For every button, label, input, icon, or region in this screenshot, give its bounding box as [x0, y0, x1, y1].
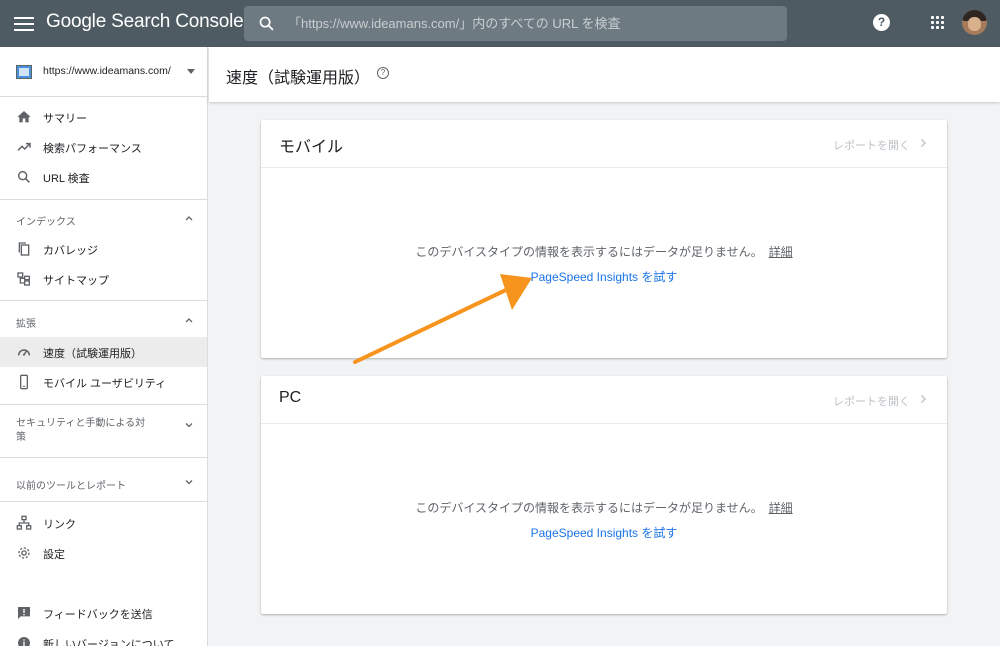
- home-icon: [17, 111, 31, 123]
- sidebar-item-links[interactable]: リンク: [0, 508, 207, 538]
- section-security-header[interactable]: セキュリティと手動による対策: [0, 411, 207, 449]
- divider: [0, 199, 207, 200]
- sidebar-item-label: URL 検査: [43, 173, 90, 185]
- search-icon[interactable]: [258, 15, 275, 32]
- settings-icon: [18, 547, 30, 559]
- section-legacy-header[interactable]: 以前のツールとレポート: [0, 469, 207, 497]
- property-url: https://www.ideamans.com/: [43, 65, 171, 77]
- card-header: モバイル レポートを開く: [261, 120, 947, 168]
- speed-icon: [17, 349, 31, 356]
- card-header: PC レポートを開く: [261, 376, 947, 424]
- top-app-bar: Google Search Console ?: [0, 0, 1000, 47]
- section-index-header[interactable]: インデックス: [0, 205, 207, 233]
- info-icon: [18, 637, 30, 646]
- sidebar-item-performance[interactable]: 検索パフォーマンス: [0, 132, 207, 162]
- sidebar-item-feedback[interactable]: フィードバックを送信: [0, 598, 207, 628]
- divider: [0, 457, 207, 458]
- section-label: インデックス: [16, 217, 76, 228]
- avatar[interactable]: [962, 10, 987, 35]
- sidebar-item-label: 新しいバージョンについて: [43, 639, 175, 646]
- sidebar-item-label: フィードバックを送信: [43, 609, 153, 621]
- pc-speed-card: PC レポートを開く このデバイスタイプの情報を表示するにはデータが足りません。…: [261, 376, 947, 614]
- page-header: 速度（試験運用版） ?: [209, 47, 1000, 102]
- phone-icon: [20, 374, 28, 390]
- divider: [0, 300, 207, 301]
- no-data-message: このデバイスタイプの情報を表示するにはデータが足りません。 詳細: [261, 499, 947, 516]
- sidebar-item-label: 検索パフォーマンス: [43, 143, 142, 155]
- sidebar-item-new-version[interactable]: 新しいバージョンについて: [0, 628, 207, 646]
- section-label: 以前のツールとレポート: [16, 481, 126, 492]
- chevron-right-icon[interactable]: [918, 394, 928, 404]
- apps-grid-icon[interactable]: [931, 16, 945, 30]
- sidebar: https://www.ideamans.com/ サマリー 検索パフォーマンス…: [0, 47, 208, 646]
- pagespeed-link-row: PageSpeed Insights を試す: [261, 524, 947, 541]
- copy-icon: [18, 242, 30, 256]
- chevron-up-icon[interactable]: [184, 315, 194, 325]
- help-icon[interactable]: ?: [873, 14, 890, 31]
- sidebar-item-sitemaps[interactable]: サイトマップ: [0, 264, 207, 294]
- help-icon[interactable]: ?: [377, 67, 389, 79]
- trending-up-icon: [17, 142, 31, 151]
- divider: [0, 404, 207, 405]
- sidebar-item-label: リンク: [43, 519, 76, 531]
- chevron-right-icon[interactable]: [918, 138, 928, 148]
- no-data-text: このデバイスタイプの情報を表示するにはデータが足りません。: [415, 501, 763, 515]
- pagespeed-link-row: PageSpeed Insights を試す: [261, 268, 947, 285]
- app-title[interactable]: Google Search Console: [46, 11, 244, 33]
- sidebar-item-summary[interactable]: サマリー: [0, 102, 207, 132]
- search-icon: [17, 170, 30, 183]
- sidebar-item-label: カバレッジ: [43, 245, 98, 257]
- details-link[interactable]: 詳細: [769, 501, 793, 515]
- pagespeed-insights-link[interactable]: PageSpeed Insights を試す: [531, 526, 678, 540]
- chevron-down-icon[interactable]: [184, 420, 194, 430]
- section-enhancements-header[interactable]: 拡張: [0, 307, 207, 335]
- divider: [0, 501, 207, 502]
- links-icon: [16, 515, 32, 530]
- section-label-line: 策: [16, 432, 26, 443]
- no-data-message: このデバイスタイプの情報を表示するにはデータが足りません。 詳細: [261, 243, 947, 260]
- card-title: PC: [279, 389, 302, 406]
- pagespeed-insights-link[interactable]: PageSpeed Insights を試す: [531, 270, 678, 284]
- website-icon: [16, 65, 32, 79]
- section-label: セキュリティと手動による対策: [16, 417, 145, 445]
- sidebar-item-label: サイトマップ: [43, 275, 109, 287]
- open-report-link[interactable]: レポートを開く: [833, 393, 910, 409]
- sidebar-item-settings[interactable]: 設定: [0, 538, 207, 568]
- sidebar-item-coverage[interactable]: カバレッジ: [0, 234, 207, 264]
- sidebar-item-speed[interactable]: 速度（試験運用版）: [0, 337, 207, 367]
- menu-icon[interactable]: [14, 14, 34, 32]
- sidebar-item-mobile-usability[interactable]: モバイル ユーザビリティ: [0, 367, 207, 397]
- details-link[interactable]: 詳細: [769, 245, 793, 259]
- url-inspection-search[interactable]: [244, 6, 787, 41]
- sitemap-icon: [17, 272, 30, 286]
- sidebar-item-label: 速度（試験運用版）: [43, 348, 142, 360]
- mobile-speed-card: モバイル レポートを開く このデバイスタイプの情報を表示するにはデータが足りませ…: [261, 120, 947, 358]
- search-input[interactable]: [288, 6, 778, 41]
- feedback-icon: [18, 607, 30, 619]
- property-selector[interactable]: https://www.ideamans.com/: [0, 47, 207, 97]
- section-label-line: セキュリティと手動による対: [16, 418, 146, 429]
- sidebar-item-url-inspection[interactable]: URL 検査: [0, 162, 207, 192]
- page-title: 速度（試験運用版）: [226, 70, 371, 87]
- sidebar-item-label: 設定: [43, 549, 65, 561]
- open-report-link[interactable]: レポートを開く: [833, 137, 910, 153]
- chevron-up-icon[interactable]: [184, 213, 194, 223]
- no-data-text: このデバイスタイプの情報を表示するにはデータが足りません。: [415, 245, 763, 259]
- card-title: モバイル: [279, 139, 344, 156]
- sidebar-item-label: サマリー: [43, 113, 87, 125]
- caret-down-icon[interactable]: [187, 69, 195, 74]
- section-label: 拡張: [16, 319, 36, 330]
- chevron-down-icon[interactable]: [184, 477, 194, 487]
- sidebar-item-label: モバイル ユーザビリティ: [43, 378, 167, 390]
